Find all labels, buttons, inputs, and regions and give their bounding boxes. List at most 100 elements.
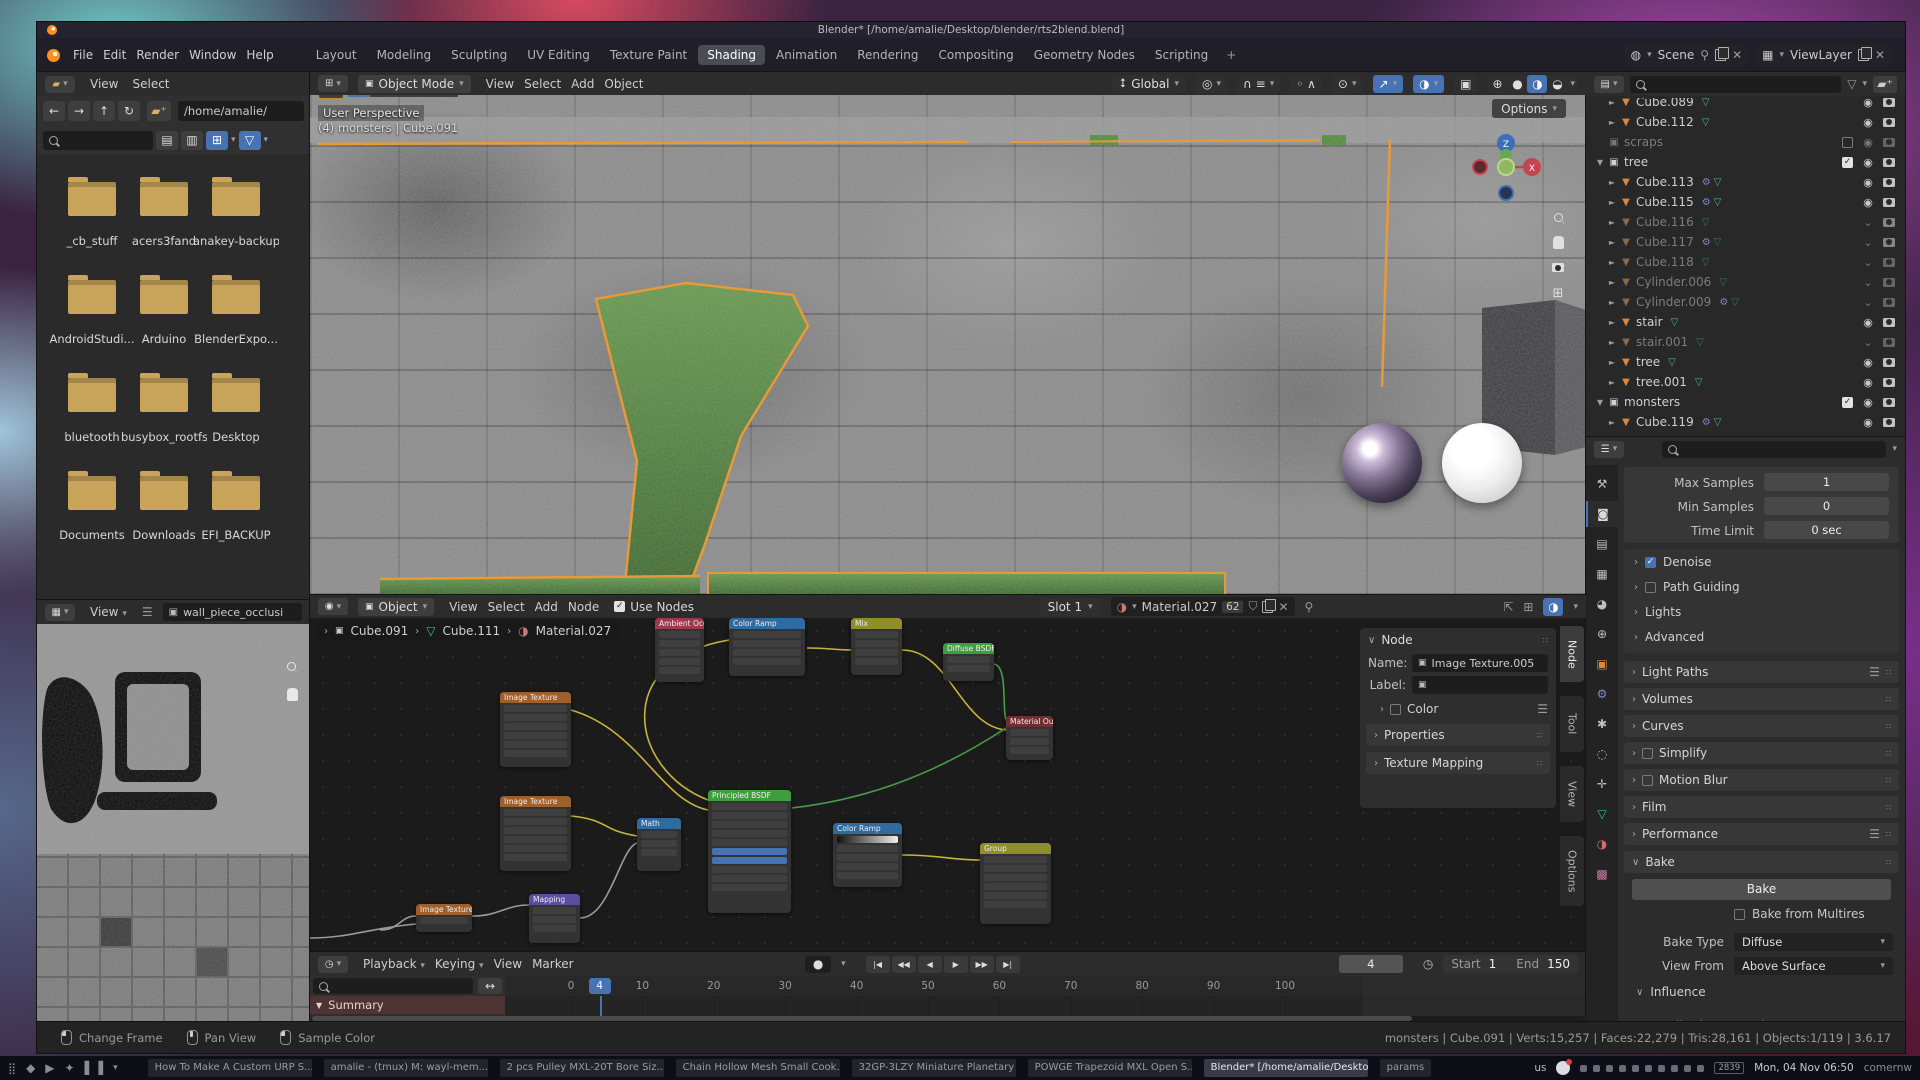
disable-in-renders-toggle[interactable]: [1883, 398, 1895, 407]
outliner-row[interactable]: ► ▼ Cube.117 ⚙▽ ⌄: [1590, 232, 1901, 252]
hide-in-viewport-toggle[interactable]: ◉: [1861, 98, 1875, 109]
workspace-tab-rendering[interactable]: Rendering: [848, 45, 927, 65]
sidebar-tab-tool[interactable]: Tool: [1560, 696, 1584, 752]
new-collection-button[interactable]: ▰⁺: [1873, 76, 1897, 93]
disable-in-renders-toggle[interactable]: [1883, 298, 1895, 307]
pan-hand-icon[interactable]: [287, 688, 298, 701]
tray-badge[interactable]: 2839: [1714, 1062, 1744, 1074]
node-label-field[interactable]: ▣: [1412, 676, 1548, 694]
material-selector[interactable]: ◑▾ Material.027 62 ⛉ ✕: [1111, 597, 1295, 616]
select-circle-tool-button[interactable]: ◯: [392, 95, 414, 97]
clock[interactable]: Mon, 04 Nov 06:50: [1754, 1062, 1854, 1074]
display-size-dropdown[interactable]: ▾: [231, 135, 236, 145]
timeline-editor-type-button[interactable]: ◷▾: [318, 956, 348, 973]
properties-tab-output[interactable]: ▤: [1586, 531, 1618, 557]
properties-tab-object[interactable]: ▣: [1586, 651, 1618, 677]
shader-node[interactable]: Material Output: [1006, 716, 1053, 760]
tray-icon[interactable]: [1658, 1065, 1665, 1072]
hide-in-viewport-toggle[interactable]: ⌄: [1861, 256, 1875, 269]
viewport-camera-icon[interactable]: [1552, 263, 1564, 272]
image-editor-type-button[interactable]: ▦▾: [45, 604, 75, 621]
zoom-icon[interactable]: [287, 662, 296, 671]
taskbar-icon[interactable]: ▶: [45, 1061, 54, 1075]
properties-tab-texture[interactable]: ▩: [1586, 861, 1618, 887]
properties-section-motion-blur[interactable]: › Motion Blur ☰∷: [1624, 769, 1899, 791]
tray-icon[interactable]: [1606, 1065, 1613, 1072]
clock-icon[interactable]: ◷: [1423, 957, 1433, 971]
taskbar-window-button[interactable]: 2 pcs Pulley MXL-20T Bore Siz...: [500, 1059, 664, 1077]
properties-tab-world[interactable]: ⊕: [1586, 621, 1618, 647]
workspace-tab-scripting[interactable]: Scripting: [1146, 45, 1217, 65]
shader-overlays-button[interactable]: ◑: [1543, 598, 1563, 616]
outliner-row[interactable]: ► ▼ tree.001 ▽ ◉: [1590, 372, 1901, 392]
disable-in-renders-toggle[interactable]: [1883, 158, 1895, 167]
shading-rendered-button[interactable]: ◒: [1547, 75, 1567, 93]
play-reverse-button[interactable]: ◀: [918, 956, 942, 973]
hide-in-viewport-toggle[interactable]: ⌄: [1861, 336, 1875, 349]
show-overlays-button[interactable]: ◑▾: [1413, 75, 1444, 93]
collection-exclude-checkbox[interactable]: ✓: [1842, 397, 1853, 408]
timeline-search-input[interactable]: [313, 978, 473, 994]
menu-item[interactable]: Node: [563, 598, 604, 616]
taskbar-icon[interactable]: ▌▐: [85, 1061, 103, 1075]
transform-orientation-dropdown[interactable]: ⭥Global▾: [1113, 75, 1186, 93]
hide-in-viewport-toggle[interactable]: ◉: [1861, 416, 1875, 429]
tray-icon[interactable]: [1697, 1065, 1704, 1072]
properties-tab-view-layer[interactable]: ▦: [1586, 561, 1618, 587]
properties-tab-modifiers[interactable]: ⚙: [1586, 681, 1618, 707]
pivot-point-dropdown[interactable]: ◎▾: [1196, 75, 1227, 93]
checkbox[interactable]: [1645, 582, 1656, 593]
select-lasso-tool-button[interactable]: ◸: [370, 95, 392, 97]
outliner-row[interactable]: ► ▼ Cube.115 ⚙▽ ◉: [1590, 192, 1901, 212]
properties-editor-type-button[interactable]: ☰▾: [1594, 441, 1624, 458]
sidebar-tab-view[interactable]: View: [1560, 766, 1584, 822]
shader-node[interactable]: Diffuse BSDF: [943, 643, 994, 681]
taskbar-window-button[interactable]: params: [1380, 1059, 1432, 1077]
hide-in-viewport-toggle[interactable]: ◉: [1861, 156, 1875, 169]
play-button[interactable]: ▶: [944, 956, 968, 973]
workspace-tab-uv-editing[interactable]: UV Editing: [518, 45, 599, 65]
copy-material-icon[interactable]: [1262, 601, 1273, 613]
shader-node[interactable]: Math: [637, 818, 681, 871]
outliner-filter-icon[interactable]: ▽: [1847, 77, 1856, 91]
forward-button[interactable]: →: [68, 101, 90, 121]
expand-channels-icon[interactable]: ↔: [478, 978, 502, 994]
pin-icon[interactable]: ⚲: [1305, 600, 1314, 614]
frame-range[interactable]: Start1 End150: [1443, 955, 1578, 973]
sidebar-tab-options[interactable]: Options: [1560, 836, 1584, 906]
current-frame-field[interactable]: 4: [1339, 955, 1403, 973]
taskbar-window-button[interactable]: amalie - (tmux) M: wayl-mem...: [324, 1059, 488, 1077]
hide-in-viewport-toggle[interactable]: ◉: [1861, 116, 1875, 129]
properties-section-film[interactable]: › Film ☰∷: [1624, 796, 1899, 818]
hide-in-viewport-toggle[interactable]: ◉: [1861, 396, 1875, 409]
menu-item[interactable]: View: [481, 75, 519, 93]
properties-tab-data[interactable]: ▽: [1586, 801, 1618, 827]
tray-icon[interactable]: [1632, 1065, 1639, 1072]
viewport-editor-type-button[interactable]: ⊞▾: [318, 75, 348, 92]
view-horizontal-list-button[interactable]: ▥: [181, 131, 203, 150]
timeline-ruler[interactable]: 01020304050607080901004: [505, 976, 1586, 996]
outliner-row[interactable]: ► ▼ Cube.116 ▽ ⌄: [1590, 212, 1901, 232]
summary-channel[interactable]: ▼Summary: [310, 996, 505, 1014]
menu-item[interactable]: Marker: [527, 955, 578, 973]
unlink-material-icon[interactable]: ✕: [1278, 600, 1288, 614]
taskbar-icon[interactable]: ◆: [26, 1061, 35, 1075]
menu-help[interactable]: Help: [241, 46, 278, 64]
users-count-badge[interactable]: 62: [1222, 601, 1243, 613]
add-workspace-button[interactable]: +: [1217, 45, 1245, 65]
hide-in-viewport-toggle[interactable]: ◉: [1861, 176, 1875, 189]
copy-viewlayer-icon[interactable]: [1858, 49, 1869, 61]
bake-button[interactable]: Bake: [1632, 879, 1891, 900]
disable-in-renders-toggle[interactable]: [1883, 338, 1895, 347]
viewlayer-selector[interactable]: ▦▾ ViewLayer ✕: [1756, 45, 1891, 65]
menu-item[interactable]: Keying ▾: [430, 955, 489, 973]
menu-item[interactable]: Select: [519, 75, 566, 93]
outliner-row[interactable]: ► ▼ stair ▽ ◉: [1590, 312, 1901, 332]
properties-tab-render[interactable]: ◙: [1586, 501, 1618, 527]
close-scene-icon[interactable]: ✕: [1732, 48, 1742, 62]
workspace-tab-sculpting[interactable]: Sculpting: [442, 45, 516, 65]
node-canvas[interactable]: ›▣Cube.091 ›▽Cube.111 ›◑Material.027: [310, 618, 1586, 952]
shader-type-dropdown[interactable]: ▣Object▾: [358, 598, 434, 616]
auto-keying-button[interactable]: ●: [805, 956, 831, 973]
shader-node[interactable]: Mix: [851, 618, 902, 675]
